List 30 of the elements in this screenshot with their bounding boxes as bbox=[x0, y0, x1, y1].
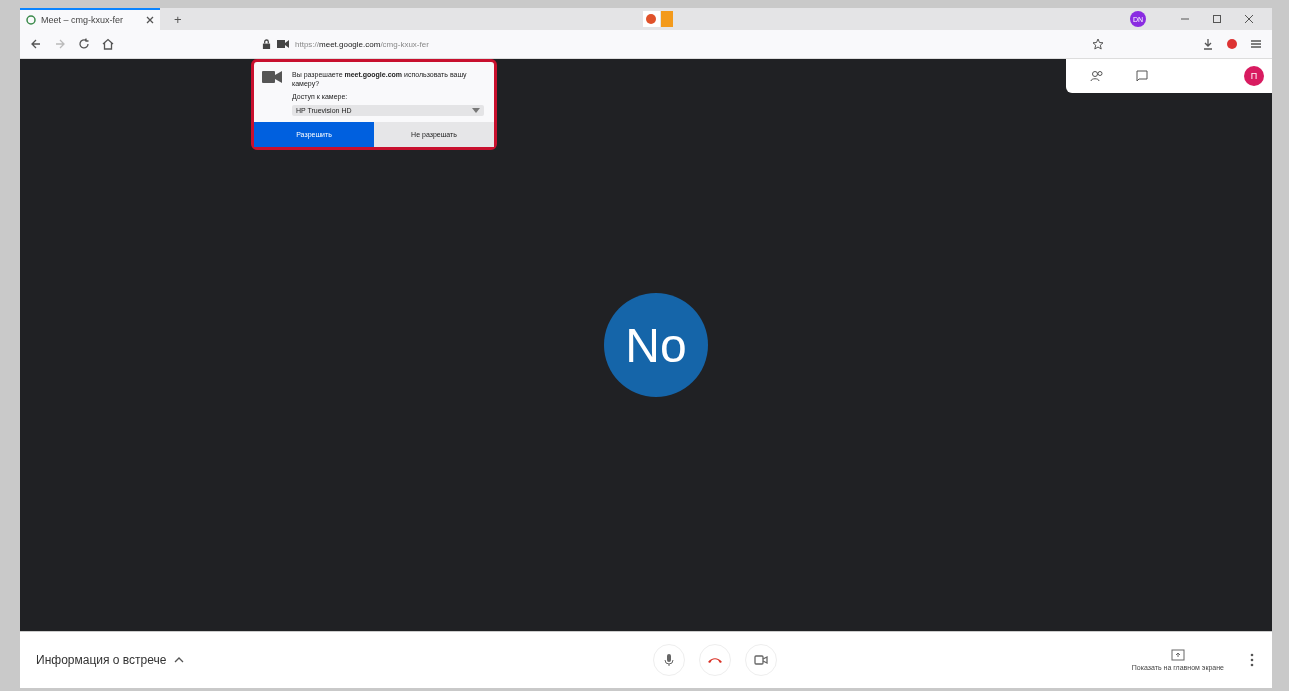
microphone-icon bbox=[664, 653, 675, 667]
download-icon[interactable] bbox=[1202, 38, 1214, 50]
bookmark-star-icon[interactable] bbox=[1092, 38, 1104, 50]
reload-icon[interactable] bbox=[78, 38, 90, 50]
camera-icon bbox=[262, 70, 282, 84]
meeting-info-button[interactable]: Информация о встрече bbox=[36, 653, 185, 667]
browser-tab[interactable]: Meet – cmg-kxux-fer bbox=[20, 8, 160, 30]
new-tab-button[interactable]: + bbox=[170, 11, 186, 27]
chat-icon[interactable] bbox=[1136, 70, 1148, 82]
present-screen-icon bbox=[1170, 649, 1185, 661]
home-icon[interactable] bbox=[102, 38, 114, 50]
video-camera-icon bbox=[754, 655, 769, 665]
microphone-button[interactable] bbox=[653, 644, 686, 676]
extension-icon[interactable] bbox=[642, 11, 673, 27]
caret-icon bbox=[472, 108, 480, 114]
close-icon[interactable] bbox=[1244, 14, 1254, 24]
back-icon[interactable] bbox=[30, 38, 42, 50]
participant-avatar: No bbox=[604, 293, 708, 397]
more-options-icon[interactable] bbox=[1250, 653, 1254, 667]
people-icon[interactable] bbox=[1090, 70, 1104, 82]
globe-icon bbox=[26, 15, 36, 25]
close-icon[interactable] bbox=[146, 16, 154, 24]
camera-button[interactable] bbox=[745, 644, 778, 676]
camera-icon bbox=[277, 39, 289, 49]
maximize-icon[interactable] bbox=[1212, 14, 1222, 24]
chevron-up-icon bbox=[174, 657, 185, 663]
phone-icon bbox=[707, 656, 724, 664]
user-avatar[interactable]: П bbox=[1244, 66, 1264, 86]
menu-icon[interactable] bbox=[1250, 38, 1262, 50]
lock-icon bbox=[262, 38, 271, 50]
